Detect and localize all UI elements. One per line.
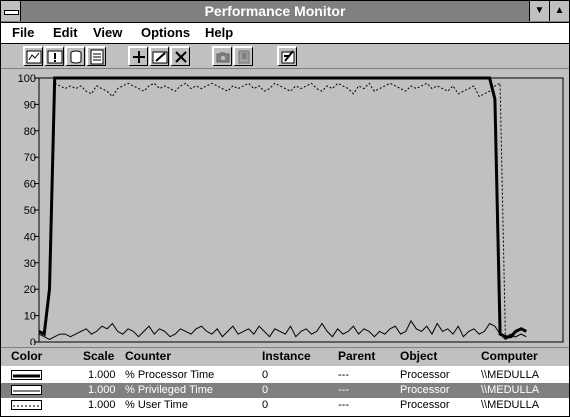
menu-file[interactable]: File [12,25,34,40]
window-title: Performance Monitor [204,3,346,19]
chart-area: 0 10 20 30 40 50 60 70 80 90 100 [1,69,569,345]
chart-view-button[interactable] [23,46,43,66]
legend-list: 1.000 % Processor Time 0 --- Processor \… [1,366,569,416]
options-icon [281,50,295,64]
legend-row-user-time[interactable]: 1.000 % User Time 0 --- Processor \\MEDU… [1,398,569,413]
legend-scale: 1.000 [88,369,116,381]
alert-view-icon [47,50,63,64]
legend-counter: % Privileged Time [125,384,214,396]
legend-header-counter: Counter [125,349,171,363]
legend-scale: 1.000 [88,399,116,411]
y-tick-label: 90 [24,99,36,111]
alert-view-button[interactable] [44,46,64,66]
edit-icon [152,51,168,64]
update-now-button[interactable] [212,46,232,66]
log-view-button[interactable] [65,46,85,66]
menu-help[interactable]: Help [205,25,233,40]
legend-row-processor-time[interactable]: 1.000 % Processor Time 0 --- Processor \… [1,368,569,383]
legend-instance: 0 [262,399,269,411]
chart-view-icon [26,50,42,64]
plus-icon [133,51,145,63]
y-tick-label: 40 [24,231,36,243]
legend-header-object: Object [400,349,438,363]
legend-header-color: Color [11,349,43,363]
legend-instance: 0 [262,384,269,396]
y-tick-label: 100 [18,73,36,85]
menu-bar: File Edit View Options Help [1,23,569,44]
legend-parent: --- [338,384,349,396]
y-tick-label: 80 [24,126,36,138]
y-tick-label: 60 [24,179,36,191]
toolbar [1,44,569,69]
delete-icon [175,51,187,63]
system-menu-icon [4,10,19,15]
legend-scale: 1.000 [88,384,116,396]
legend-computer: \\MEDULLA [481,369,540,381]
legend-instance: 0 [262,369,269,381]
legend-object: Processor [400,399,450,411]
performance-monitor-window: Performance Monitor ▼ ▲ File Edit View O… [0,0,570,417]
processor-time-chart: 0 10 20 30 40 50 60 70 80 90 100 [18,73,564,345]
log-view-icon [70,50,82,64]
maximize-button[interactable]: ▲ [549,1,569,21]
legend-counter: % Processor Time [125,369,215,381]
plot-area [38,77,564,343]
y-tick-label: 20 [24,284,36,296]
minimize-icon: ▼ [534,5,545,16]
y-tick-label: 30 [24,258,36,270]
legend-parent: --- [338,399,349,411]
y-tick-label: 0 [30,337,36,345]
legend-swatch-thin [11,385,42,395]
maximize-icon: ▲ [554,5,565,16]
minimize-button[interactable]: ▼ [529,1,549,21]
bookmark-button[interactable] [233,46,253,66]
legend-header: Color Scale Counter Instance Parent Obje… [1,347,569,367]
edit-counter-button[interactable] [149,46,169,66]
legend-header-instance: Instance [262,349,311,363]
legend-object: Processor [400,369,450,381]
legend-header-parent: Parent [338,349,376,363]
bookmark-icon [238,50,250,64]
legend-counter: % User Time [125,399,188,411]
y-tick-label: 50 [24,205,36,217]
menu-view[interactable]: View [93,25,122,40]
report-view-button[interactable] [86,46,106,66]
legend-swatch-thick [11,370,42,380]
legend-swatch-dashed [11,400,42,410]
menu-options[interactable]: Options [141,25,190,40]
legend-object: Processor [400,384,450,396]
menu-edit[interactable]: Edit [53,25,78,40]
y-tick-label: 10 [24,311,36,323]
report-view-icon [90,49,104,65]
add-counter-button[interactable] [128,46,148,66]
delete-counter-button[interactable] [170,46,190,66]
legend-header-scale: Scale [83,349,115,363]
legend-row-privileged-time[interactable]: 1.000 % Privileged Time 0 --- Processor … [1,383,569,398]
legend-computer: \\MEDULLA [481,384,540,396]
camera-icon [216,52,230,63]
legend-header-computer: Computer [481,349,538,363]
title-bar[interactable]: Performance Monitor ▼ ▲ [1,1,569,23]
options-button[interactable] [277,46,297,66]
legend-parent: --- [338,369,349,381]
system-menu-button[interactable] [1,1,21,21]
legend-computer: \\MEDULLA [481,399,540,411]
y-tick-label: 70 [24,152,36,164]
